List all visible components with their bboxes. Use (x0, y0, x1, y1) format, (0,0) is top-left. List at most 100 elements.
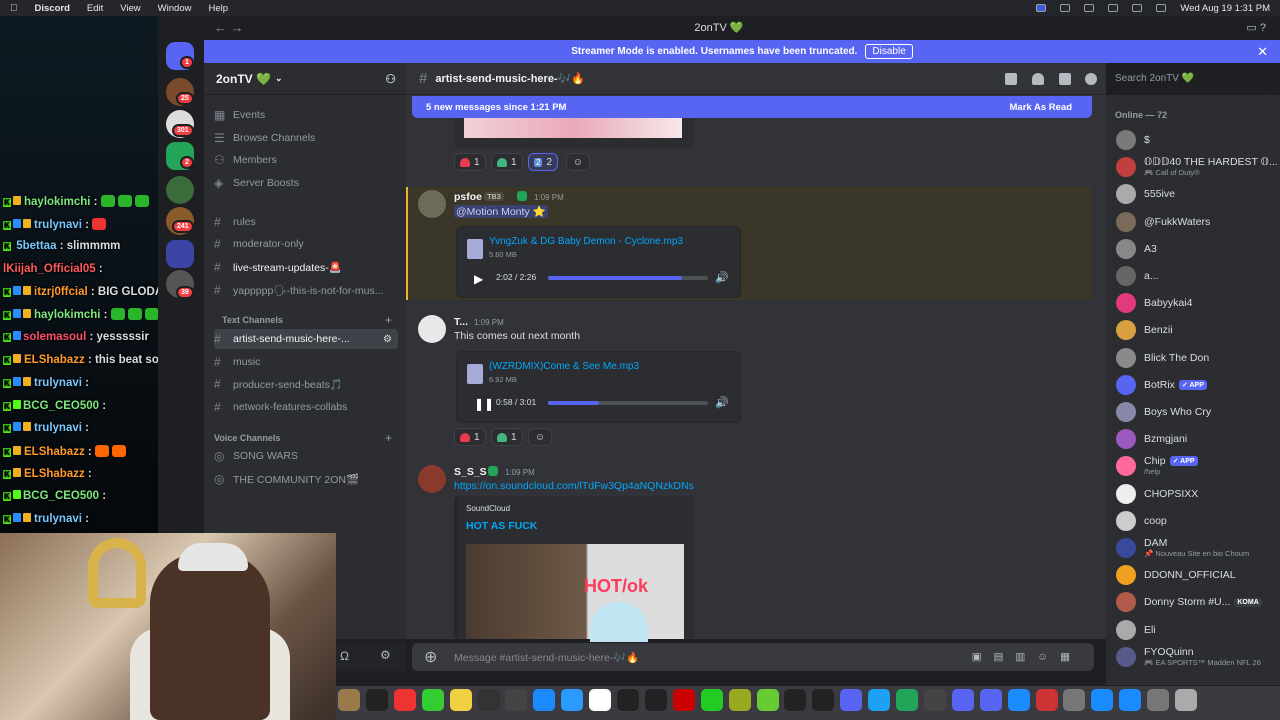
member-item[interactable]: Blick The Don (1116, 345, 1209, 371)
category-voice-channels[interactable]: Voice Channels (214, 433, 280, 443)
member-item[interactable]: BotRix ✓ APP (1116, 372, 1207, 398)
volume-icon[interactable]: 🔊 (715, 271, 729, 284)
embed-title[interactable]: HOT AS FUCK (466, 520, 537, 532)
dock-app-icon[interactable] (1091, 689, 1114, 711)
reaction-green-heart[interactable]: 1 (491, 428, 523, 446)
channel-live-stream-updates[interactable]: # live-stream-updates-🚨 (214, 257, 398, 277)
menu-window[interactable]: Window (158, 3, 192, 14)
channel-network-features-collabs[interactable]: # network-features-collabs (214, 397, 398, 417)
dock-app-icon[interactable] (700, 689, 723, 711)
add-reaction-button[interactable]: ☺ (528, 428, 552, 446)
member-item[interactable]: FYOQuinn 🎮 EA SPORTS™ Madden NFL 26 (1116, 644, 1261, 670)
menu-edit[interactable]: Edit (87, 3, 103, 14)
dock-app-icon[interactable] (421, 689, 444, 711)
menu-view[interactable]: View (120, 3, 140, 14)
headphones-icon[interactable]: Ω (340, 649, 349, 663)
dock-app-icon[interactable] (644, 689, 667, 711)
message-link[interactable]: https://on.soundcloud.com/lTdFw3Qp4aNQNz… (454, 480, 694, 492)
dock-app-icon[interactable] (617, 689, 639, 711)
menu-help[interactable]: Help (208, 3, 228, 14)
dock-app-icon[interactable] (1063, 689, 1086, 711)
dock-app-icon[interactable] (449, 689, 472, 711)
dock-app-icon[interactable] (1147, 689, 1170, 711)
apple-menu-icon[interactable]:  (10, 3, 18, 14)
dock-app-icon[interactable] (896, 689, 918, 711)
add-member-icon[interactable]: ⚇ (385, 72, 396, 86)
channel-server-boosts[interactable]: ◈ Server Boosts (214, 173, 398, 193)
gear-icon[interactable]: ⚙ (383, 334, 392, 345)
audio-filename[interactable]: (WZRDMIX)Come & See Me.mp3 (489, 361, 639, 372)
member-item[interactable]: DDONN_OFFICIAL (1116, 562, 1236, 588)
dock-app-icon[interactable] (979, 689, 1002, 711)
play-icon[interactable]: ▶ (474, 272, 483, 286)
add-channel-icon[interactable]: + (385, 431, 392, 445)
inbox-help-icon[interactable]: ▭ ? (1246, 21, 1266, 34)
window-icon[interactable] (1084, 4, 1095, 12)
message-composer[interactable]: ⊕ Message #artist-send-music-here-🎶🔥 ▣▤▥… (412, 643, 1094, 671)
channel-yappppp[interactable]: # yappppp🗣-this-is-not-for-mus... (214, 280, 398, 300)
dock-app-icon[interactable] (1175, 689, 1197, 711)
member-item[interactable]: Boys Who Cry (1116, 399, 1211, 425)
dock-app-icon[interactable] (756, 689, 779, 711)
dock-app-icon[interactable] (365, 689, 388, 711)
dock-app-icon[interactable] (589, 689, 612, 711)
message-author[interactable]: T... (454, 316, 468, 328)
volume-icon[interactable]: 🔊 (715, 396, 729, 409)
member-item[interactable]: CHOPSIXX (1116, 481, 1198, 507)
server-icon[interactable] (166, 176, 194, 204)
avatar[interactable] (418, 315, 446, 343)
channel-browse[interactable]: ☰ Browse Channels (214, 128, 398, 148)
dock-app-icon[interactable] (505, 689, 528, 711)
reaction-heart[interactable]: 1 (454, 428, 486, 446)
folder-icon[interactable] (166, 240, 194, 268)
control-center-icon[interactable] (1156, 4, 1167, 12)
member-item[interactable]: $ (1116, 127, 1150, 153)
audio-progress-bar[interactable] (548, 401, 708, 405)
member-item[interactable]: A3 (1116, 236, 1157, 262)
pin-icon[interactable] (1059, 73, 1071, 85)
member-item[interactable]: Babyykai4 (1116, 290, 1192, 316)
camera-icon[interactable] (1060, 4, 1071, 12)
member-item[interactable]: 𝕆𝔻𝔻40 THE HARDEST 𝕆... 🎮 Call of Duty® (1116, 154, 1278, 180)
member-item[interactable]: Benzii (1116, 317, 1173, 343)
album-art-image[interactable] (464, 116, 682, 138)
composer-input[interactable]: Message #artist-send-music-here-🎶🔥 (454, 651, 639, 664)
dock-app-icon[interactable] (533, 689, 556, 711)
add-channel-icon[interactable]: + (385, 313, 392, 327)
message-author[interactable]: psfoe (454, 191, 482, 203)
avatar[interactable] (418, 190, 446, 218)
screen-share-icon[interactable] (1036, 4, 1047, 12)
member-item[interactable]: coop (1116, 508, 1167, 534)
wifi-icon[interactable] (1108, 4, 1119, 12)
channel-rules[interactable]: # rules (214, 212, 398, 232)
menu-discord[interactable]: Discord (35, 3, 70, 14)
dock-app-icon[interactable] (923, 689, 946, 711)
add-attachment-icon[interactable]: ⊕ (424, 647, 437, 667)
composer-actions-icon[interactable]: ▣▤▥☺▦ (972, 651, 1082, 663)
back-forward-icon[interactable]: ← → (214, 20, 244, 35)
dock-app-icon[interactable] (812, 689, 835, 711)
disable-streamer-button[interactable]: Disable (865, 44, 913, 59)
mark-as-read-button[interactable]: Mark As Read (1010, 102, 1072, 113)
dock-app-icon[interactable] (868, 689, 891, 711)
dock-app-icon[interactable] (338, 689, 360, 711)
add-reaction-button[interactable]: ☺ (566, 153, 590, 171)
reaction-two[interactable]: 22 (528, 153, 559, 171)
audio-progress-bar[interactable] (548, 276, 708, 280)
embed-thumbnail[interactable]: HOT/ok (466, 544, 684, 642)
dock-app-icon[interactable] (1035, 689, 1058, 711)
dock-app-icon[interactable] (672, 689, 695, 711)
voice-channel-song-wars[interactable]: ◎ SONG WARS (214, 446, 398, 466)
channel-producer-send-beats[interactable]: # producer-send-beats🎵 (214, 374, 398, 394)
channel-moderator-only[interactable]: # moderator-only (214, 234, 398, 254)
dock-app-icon[interactable] (1007, 689, 1030, 711)
dock-app-icon[interactable] (1119, 689, 1142, 711)
member-item[interactable]: 555ive (1116, 181, 1175, 207)
server-header[interactable]: 2onTV 💚 ⌄ ⚇ (204, 63, 406, 95)
user-mention[interactable]: @Motion Monty ⭐ (454, 205, 548, 218)
member-item[interactable]: @FukkWaters (1116, 209, 1210, 235)
member-item[interactable]: Chip ✓ APP/help (1116, 453, 1198, 479)
dock-app-icon[interactable] (477, 689, 500, 711)
category-text-channels[interactable]: Text Channels (222, 315, 283, 325)
embed-provider[interactable]: SoundCloud (466, 504, 510, 513)
